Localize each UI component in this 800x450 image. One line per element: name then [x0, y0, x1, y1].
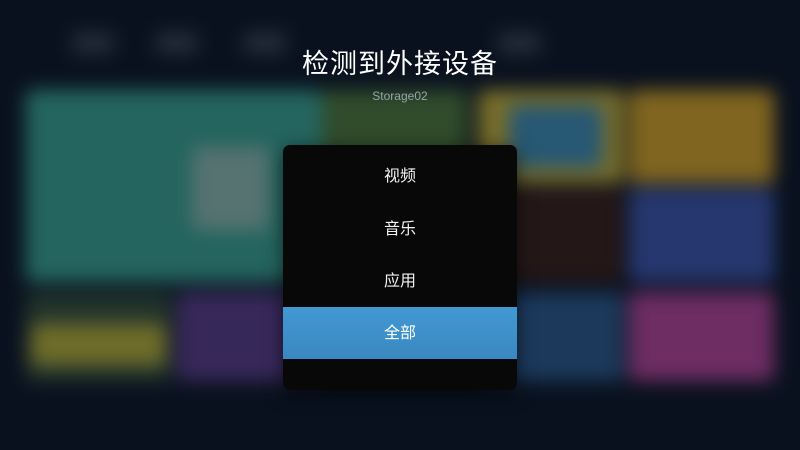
option-music-label: 音乐: [383, 219, 416, 238]
option-video-label: 视频: [383, 166, 416, 185]
tv-screen: 检测到外接设备 Storage02 视频 音乐 应用 全部: [0, 0, 800, 450]
option-apps[interactable]: 应用: [283, 255, 517, 307]
option-all[interactable]: 全部: [283, 307, 517, 359]
dialog-title: 检测到外接设备: [302, 49, 498, 80]
device-action-dialog: 视频 音乐 应用 全部: [283, 145, 517, 390]
device-name: Storage02: [372, 89, 428, 103]
option-all-label: 全部: [383, 323, 416, 342]
option-music[interactable]: 音乐: [283, 203, 517, 255]
option-video[interactable]: 视频: [283, 150, 517, 202]
option-apps-label: 应用: [383, 271, 416, 290]
